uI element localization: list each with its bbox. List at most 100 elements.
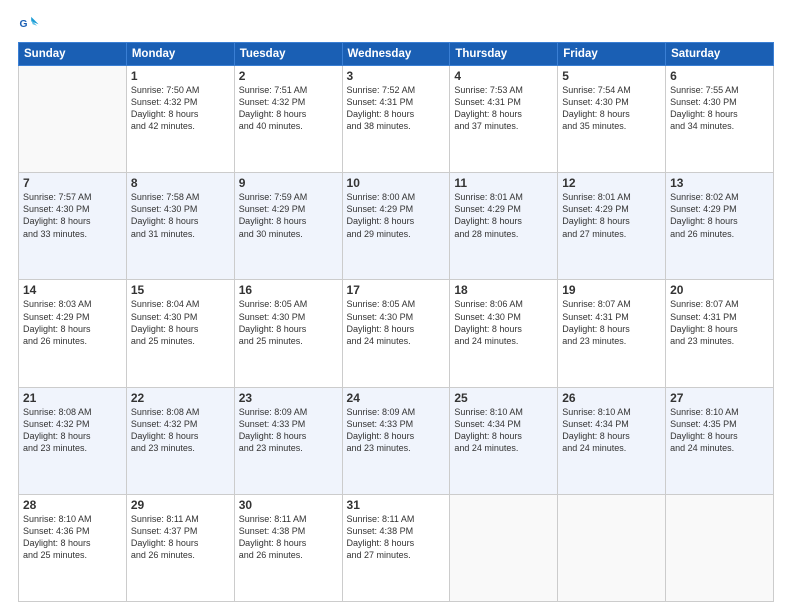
calendar-cell: 25Sunrise: 8:10 AM Sunset: 4:34 PM Dayli… bbox=[450, 387, 558, 494]
weekday-header-monday: Monday bbox=[126, 43, 234, 66]
calendar-cell: 6Sunrise: 7:55 AM Sunset: 4:30 PM Daylig… bbox=[666, 66, 774, 173]
calendar-cell: 18Sunrise: 8:06 AM Sunset: 4:30 PM Dayli… bbox=[450, 280, 558, 387]
calendar-cell: 10Sunrise: 8:00 AM Sunset: 4:29 PM Dayli… bbox=[342, 173, 450, 280]
calendar-cell: 4Sunrise: 7:53 AM Sunset: 4:31 PM Daylig… bbox=[450, 66, 558, 173]
calendar-cell bbox=[19, 66, 127, 173]
calendar-cell: 20Sunrise: 8:07 AM Sunset: 4:31 PM Dayli… bbox=[666, 280, 774, 387]
calendar-cell: 24Sunrise: 8:09 AM Sunset: 4:33 PM Dayli… bbox=[342, 387, 450, 494]
day-info: Sunrise: 7:57 AM Sunset: 4:30 PM Dayligh… bbox=[23, 191, 122, 240]
calendar-cell: 1Sunrise: 7:50 AM Sunset: 4:32 PM Daylig… bbox=[126, 66, 234, 173]
logo: G bbox=[18, 14, 42, 36]
day-number: 23 bbox=[239, 391, 338, 405]
day-info: Sunrise: 8:10 AM Sunset: 4:34 PM Dayligh… bbox=[562, 406, 661, 455]
day-number: 1 bbox=[131, 69, 230, 83]
day-info: Sunrise: 8:11 AM Sunset: 4:38 PM Dayligh… bbox=[239, 513, 338, 562]
calendar-cell: 23Sunrise: 8:09 AM Sunset: 4:33 PM Dayli… bbox=[234, 387, 342, 494]
calendar-cell: 21Sunrise: 8:08 AM Sunset: 4:32 PM Dayli… bbox=[19, 387, 127, 494]
calendar-cell: 16Sunrise: 8:05 AM Sunset: 4:30 PM Dayli… bbox=[234, 280, 342, 387]
weekday-header-sunday: Sunday bbox=[19, 43, 127, 66]
day-number: 12 bbox=[562, 176, 661, 190]
day-number: 3 bbox=[347, 69, 446, 83]
day-number: 22 bbox=[131, 391, 230, 405]
day-info: Sunrise: 8:01 AM Sunset: 4:29 PM Dayligh… bbox=[562, 191, 661, 240]
day-number: 18 bbox=[454, 283, 553, 297]
day-number: 10 bbox=[347, 176, 446, 190]
calendar-cell: 17Sunrise: 8:05 AM Sunset: 4:30 PM Dayli… bbox=[342, 280, 450, 387]
weekday-header-thursday: Thursday bbox=[450, 43, 558, 66]
day-number: 25 bbox=[454, 391, 553, 405]
header: G bbox=[18, 14, 774, 36]
day-number: 11 bbox=[454, 176, 553, 190]
day-number: 4 bbox=[454, 69, 553, 83]
calendar-table: SundayMondayTuesdayWednesdayThursdayFrid… bbox=[18, 42, 774, 602]
calendar-row-4: 28Sunrise: 8:10 AM Sunset: 4:36 PM Dayli… bbox=[19, 494, 774, 601]
calendar-cell: 3Sunrise: 7:52 AM Sunset: 4:31 PM Daylig… bbox=[342, 66, 450, 173]
logo-icon: G bbox=[18, 14, 40, 36]
day-number: 15 bbox=[131, 283, 230, 297]
day-number: 14 bbox=[23, 283, 122, 297]
day-info: Sunrise: 8:04 AM Sunset: 4:30 PM Dayligh… bbox=[131, 298, 230, 347]
day-number: 27 bbox=[670, 391, 769, 405]
calendar-cell: 27Sunrise: 8:10 AM Sunset: 4:35 PM Dayli… bbox=[666, 387, 774, 494]
day-number: 16 bbox=[239, 283, 338, 297]
day-number: 28 bbox=[23, 498, 122, 512]
day-info: Sunrise: 8:11 AM Sunset: 4:37 PM Dayligh… bbox=[131, 513, 230, 562]
day-info: Sunrise: 8:10 AM Sunset: 4:35 PM Dayligh… bbox=[670, 406, 769, 455]
calendar-row-0: 1Sunrise: 7:50 AM Sunset: 4:32 PM Daylig… bbox=[19, 66, 774, 173]
calendar-cell: 14Sunrise: 8:03 AM Sunset: 4:29 PM Dayli… bbox=[19, 280, 127, 387]
calendar-row-2: 14Sunrise: 8:03 AM Sunset: 4:29 PM Dayli… bbox=[19, 280, 774, 387]
day-number: 6 bbox=[670, 69, 769, 83]
day-info: Sunrise: 8:07 AM Sunset: 4:31 PM Dayligh… bbox=[562, 298, 661, 347]
calendar-cell: 26Sunrise: 8:10 AM Sunset: 4:34 PM Dayli… bbox=[558, 387, 666, 494]
calendar-cell: 5Sunrise: 7:54 AM Sunset: 4:30 PM Daylig… bbox=[558, 66, 666, 173]
calendar-cell bbox=[666, 494, 774, 601]
day-info: Sunrise: 7:58 AM Sunset: 4:30 PM Dayligh… bbox=[131, 191, 230, 240]
day-number: 24 bbox=[347, 391, 446, 405]
day-number: 31 bbox=[347, 498, 446, 512]
day-info: Sunrise: 8:01 AM Sunset: 4:29 PM Dayligh… bbox=[454, 191, 553, 240]
day-number: 7 bbox=[23, 176, 122, 190]
day-info: Sunrise: 8:05 AM Sunset: 4:30 PM Dayligh… bbox=[239, 298, 338, 347]
day-number: 20 bbox=[670, 283, 769, 297]
calendar-cell bbox=[558, 494, 666, 601]
day-info: Sunrise: 8:10 AM Sunset: 4:36 PM Dayligh… bbox=[23, 513, 122, 562]
svg-text:G: G bbox=[19, 19, 27, 30]
day-number: 5 bbox=[562, 69, 661, 83]
calendar-cell: 7Sunrise: 7:57 AM Sunset: 4:30 PM Daylig… bbox=[19, 173, 127, 280]
calendar-row-3: 21Sunrise: 8:08 AM Sunset: 4:32 PM Dayli… bbox=[19, 387, 774, 494]
day-info: Sunrise: 8:10 AM Sunset: 4:34 PM Dayligh… bbox=[454, 406, 553, 455]
day-info: Sunrise: 7:52 AM Sunset: 4:31 PM Dayligh… bbox=[347, 84, 446, 133]
day-number: 21 bbox=[23, 391, 122, 405]
calendar-cell: 13Sunrise: 8:02 AM Sunset: 4:29 PM Dayli… bbox=[666, 173, 774, 280]
day-info: Sunrise: 8:09 AM Sunset: 4:33 PM Dayligh… bbox=[239, 406, 338, 455]
day-number: 26 bbox=[562, 391, 661, 405]
calendar-cell: 31Sunrise: 8:11 AM Sunset: 4:38 PM Dayli… bbox=[342, 494, 450, 601]
day-info: Sunrise: 8:05 AM Sunset: 4:30 PM Dayligh… bbox=[347, 298, 446, 347]
weekday-header-row: SundayMondayTuesdayWednesdayThursdayFrid… bbox=[19, 43, 774, 66]
calendar-cell: 28Sunrise: 8:10 AM Sunset: 4:36 PM Dayli… bbox=[19, 494, 127, 601]
calendar-cell: 29Sunrise: 8:11 AM Sunset: 4:37 PM Dayli… bbox=[126, 494, 234, 601]
calendar-cell: 15Sunrise: 8:04 AM Sunset: 4:30 PM Dayli… bbox=[126, 280, 234, 387]
day-info: Sunrise: 8:06 AM Sunset: 4:30 PM Dayligh… bbox=[454, 298, 553, 347]
day-number: 8 bbox=[131, 176, 230, 190]
day-info: Sunrise: 8:11 AM Sunset: 4:38 PM Dayligh… bbox=[347, 513, 446, 562]
day-info: Sunrise: 7:54 AM Sunset: 4:30 PM Dayligh… bbox=[562, 84, 661, 133]
day-info: Sunrise: 7:53 AM Sunset: 4:31 PM Dayligh… bbox=[454, 84, 553, 133]
day-number: 19 bbox=[562, 283, 661, 297]
calendar-cell: 9Sunrise: 7:59 AM Sunset: 4:29 PM Daylig… bbox=[234, 173, 342, 280]
day-info: Sunrise: 7:55 AM Sunset: 4:30 PM Dayligh… bbox=[670, 84, 769, 133]
day-number: 2 bbox=[239, 69, 338, 83]
day-info: Sunrise: 7:59 AM Sunset: 4:29 PM Dayligh… bbox=[239, 191, 338, 240]
day-number: 9 bbox=[239, 176, 338, 190]
day-info: Sunrise: 8:07 AM Sunset: 4:31 PM Dayligh… bbox=[670, 298, 769, 347]
day-info: Sunrise: 8:02 AM Sunset: 4:29 PM Dayligh… bbox=[670, 191, 769, 240]
calendar-cell: 22Sunrise: 8:08 AM Sunset: 4:32 PM Dayli… bbox=[126, 387, 234, 494]
calendar-row-1: 7Sunrise: 7:57 AM Sunset: 4:30 PM Daylig… bbox=[19, 173, 774, 280]
calendar-cell: 8Sunrise: 7:58 AM Sunset: 4:30 PM Daylig… bbox=[126, 173, 234, 280]
day-info: Sunrise: 8:00 AM Sunset: 4:29 PM Dayligh… bbox=[347, 191, 446, 240]
weekday-header-friday: Friday bbox=[558, 43, 666, 66]
calendar-cell: 2Sunrise: 7:51 AM Sunset: 4:32 PM Daylig… bbox=[234, 66, 342, 173]
day-info: Sunrise: 8:08 AM Sunset: 4:32 PM Dayligh… bbox=[23, 406, 122, 455]
page: G SundayMondayTuesdayWednesdayThursdayFr… bbox=[0, 0, 792, 612]
day-number: 17 bbox=[347, 283, 446, 297]
